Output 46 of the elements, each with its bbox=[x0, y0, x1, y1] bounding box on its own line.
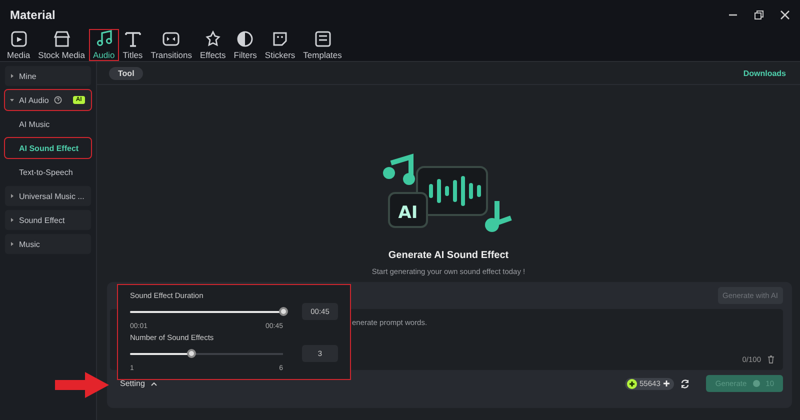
tab[interactable]: Effects bbox=[196, 30, 229, 60]
caret-right-icon bbox=[10, 74, 14, 78]
sidebar-item[interactable]: Music bbox=[5, 234, 91, 254]
heading: Generate AI Sound Effect bbox=[388, 250, 509, 261]
sidebar-subitem[interactable]: AI Sound Effect bbox=[5, 138, 91, 158]
tab[interactable]: Media bbox=[4, 30, 34, 60]
media-icon bbox=[10, 30, 28, 48]
chevron-up-icon bbox=[150, 382, 157, 386]
trash-icon[interactable] bbox=[767, 355, 775, 364]
tab[interactable]: Titles bbox=[120, 30, 146, 60]
tab[interactable]: Templates bbox=[300, 30, 345, 60]
tab[interactable]: Stickers bbox=[262, 30, 298, 60]
caret-right-icon bbox=[10, 218, 14, 222]
template-icon bbox=[314, 30, 332, 48]
window-title: Material bbox=[10, 8, 56, 22]
tab[interactable]: Filters bbox=[230, 30, 260, 60]
refresh-icon[interactable] bbox=[680, 378, 690, 388]
slider-thumb[interactable] bbox=[278, 307, 288, 316]
sidebar-item[interactable]: Universal Music ... bbox=[5, 186, 91, 206]
transition-icon bbox=[162, 30, 180, 48]
coin-icon bbox=[626, 378, 637, 388]
music-note-icon bbox=[94, 30, 113, 48]
downloads-link[interactable]: Downloads bbox=[743, 68, 786, 78]
restore-icon[interactable] bbox=[754, 10, 764, 20]
filter-icon bbox=[236, 30, 254, 48]
coin-icon bbox=[752, 380, 760, 387]
tab[interactable]: Transitions bbox=[148, 30, 195, 60]
tool-chip[interactable]: Tool bbox=[109, 66, 144, 80]
slider-thumb[interactable] bbox=[186, 349, 196, 358]
caret-down-icon bbox=[10, 98, 14, 102]
sidebar-item[interactable]: Mine bbox=[5, 66, 91, 86]
store-icon bbox=[52, 30, 71, 48]
sidebar-item[interactable]: Sound Effect bbox=[5, 210, 91, 230]
tab[interactable]: Stock Media bbox=[35, 30, 88, 60]
caret-right-icon bbox=[10, 242, 14, 246]
sidebar-subitem[interactable]: AI Music bbox=[5, 114, 91, 134]
sticker-icon bbox=[271, 30, 290, 48]
caret-right-icon bbox=[10, 194, 14, 198]
plus-icon bbox=[663, 380, 670, 387]
text-icon bbox=[124, 30, 142, 48]
setting-button[interactable]: Setting bbox=[120, 379, 157, 388]
star-icon bbox=[204, 30, 222, 48]
tab[interactable]: Audio bbox=[90, 30, 118, 60]
sidebar-subitem[interactable]: Text-to-Speech bbox=[5, 162, 91, 182]
close-icon[interactable] bbox=[780, 10, 790, 20]
ai-label: AI bbox=[398, 203, 418, 223]
